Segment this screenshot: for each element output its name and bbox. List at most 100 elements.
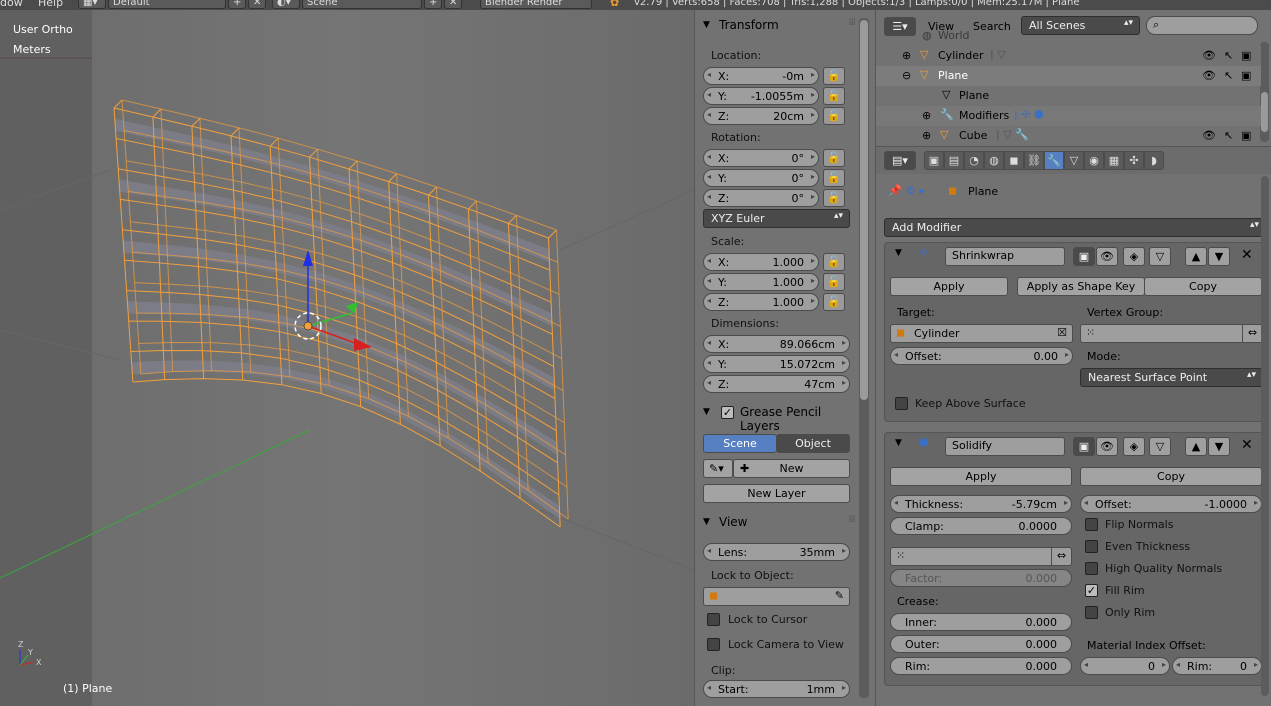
drag-handle-icon[interactable]: ⁞⁞⁞ bbox=[848, 17, 855, 28]
even-thickness-checkbox[interactable] bbox=[1085, 540, 1098, 553]
solidify-name-field[interactable]: Solidify bbox=[945, 437, 1065, 456]
drag-handle-icon[interactable]: ⁞⁞⁞ bbox=[848, 514, 855, 525]
move-up-icon[interactable]: ▲ bbox=[1185, 247, 1207, 266]
only-rim-checkbox[interactable] bbox=[1085, 606, 1098, 619]
grease-pencil-panel-header[interactable]: ▼ ✓ Grease Pencil Layers bbox=[695, 402, 861, 433]
menu-window[interactable]: dow bbox=[0, 0, 23, 9]
scale-z-field[interactable]: ◂ Z: 1.000 ▸ bbox=[703, 293, 819, 311]
fill-rim-checkbox[interactable]: ✓ bbox=[1085, 584, 1098, 597]
world-tab-icon[interactable]: ◍ bbox=[984, 151, 1004, 170]
pencil-icon[interactable]: ✎▾ bbox=[703, 459, 733, 478]
lock-icon[interactable]: 🔓 bbox=[823, 189, 845, 207]
dimension-y-field[interactable]: ◂ Y: 15.072cm ▸ bbox=[703, 355, 850, 373]
scale-y-field[interactable]: ◂ Y: 1.000 ▸ bbox=[703, 273, 819, 291]
tab-scene[interactable]: Scene bbox=[703, 434, 777, 453]
rotation-y-field[interactable]: ◂ Y: 0° ▸ bbox=[703, 169, 819, 187]
dimension-x-field[interactable]: ◂ X: 89.066cm ▸ bbox=[703, 335, 850, 353]
collapse-icon[interactable]: ▼ bbox=[895, 438, 902, 448]
lock-icon[interactable]: 🔓 bbox=[823, 67, 845, 85]
constraints-tab-icon[interactable]: ⛓ bbox=[1024, 151, 1044, 170]
physics-tab-icon[interactable]: ◗ bbox=[1144, 151, 1164, 170]
lock-to-cursor-checkbox[interactable] bbox=[707, 613, 720, 626]
keep-above-surface-checkbox[interactable] bbox=[895, 397, 908, 410]
lock-icon[interactable]: 🔓 bbox=[823, 273, 845, 291]
wrap-mode-dropdown[interactable]: Nearest Surface Point ▴▾ bbox=[1080, 368, 1263, 387]
editmode-toggle-icon[interactable]: ◈ bbox=[1123, 247, 1145, 266]
rotation-x-field[interactable]: ◂ X: 0° ▸ bbox=[703, 149, 819, 167]
scene-field[interactable]: Scene bbox=[302, 0, 422, 9]
transform-panel-header[interactable]: ▼ Transform ⁞⁞⁞ bbox=[695, 15, 861, 37]
thickness-field[interactable]: ◂ Thickness: -5.79cm ▸ bbox=[890, 495, 1072, 513]
outliner-scrollbar[interactable] bbox=[1260, 42, 1269, 142]
move-down-icon[interactable]: ▼ bbox=[1208, 247, 1230, 266]
object-tab-icon[interactable]: ◼ bbox=[1004, 151, 1024, 170]
add-modifier-dropdown[interactable]: Add Modifier ▴▾ bbox=[884, 218, 1266, 237]
texture-tab-icon[interactable]: ▦ bbox=[1104, 151, 1124, 170]
solidify-copy-button[interactable]: Copy bbox=[1080, 467, 1262, 486]
high-quality-normals-checkbox[interactable] bbox=[1085, 562, 1098, 575]
scene-tab-icon[interactable]: ◔ bbox=[964, 151, 984, 170]
cage-toggle-icon[interactable]: ▽ bbox=[1149, 247, 1171, 266]
solidify-vertex-group-field[interactable]: ⁙ ⇔ bbox=[890, 547, 1072, 566]
close-layout-icon[interactable]: ✕ bbox=[248, 0, 266, 9]
lock-camera-checkbox[interactable] bbox=[707, 638, 720, 651]
solidify-offset-field[interactable]: ◂ Offset: -1.0000 ▸ bbox=[1080, 495, 1262, 513]
screen-layout-icon[interactable]: ▦▾ bbox=[78, 0, 106, 9]
render-layers-tab-icon[interactable]: ▤ bbox=[944, 151, 964, 170]
lock-object-field[interactable]: ◼ ✎ bbox=[703, 587, 850, 606]
cage-toggle-icon[interactable]: ▽ bbox=[1149, 437, 1171, 456]
location-z-field[interactable]: ◂ Z: 20cm ▸ bbox=[703, 107, 819, 125]
new-layer-button[interactable]: New Layer bbox=[703, 484, 850, 503]
new-gpencil-button[interactable]: ✚ New bbox=[733, 459, 850, 478]
lock-icon[interactable]: 🔓 bbox=[823, 169, 845, 187]
editor-type-icon[interactable]: ▤▾ bbox=[884, 151, 916, 170]
add-layout-icon[interactable]: + bbox=[228, 0, 246, 9]
clamp-field[interactable]: Clamp: 0.0000 bbox=[890, 517, 1072, 535]
render-toggle-icon[interactable]: ▣ bbox=[1073, 437, 1095, 456]
factor-field[interactable]: Factor: 0.000 bbox=[890, 569, 1072, 587]
shelf-scroll-thumb[interactable] bbox=[860, 20, 868, 400]
screen-layout-field[interactable]: Default bbox=[108, 0, 226, 9]
close-icon[interactable]: ✕ bbox=[1241, 437, 1253, 453]
tab-object[interactable]: Object bbox=[776, 434, 850, 453]
material-offset-field[interactable]: ◂ 0 ▸ bbox=[1080, 657, 1170, 675]
outliner-row-cube[interactable]: ⊕ ▽ Cube | ▽ 🔧 👁 ↖ ▣ bbox=[876, 126, 1261, 146]
3d-viewport[interactable]: User Ortho Meters (1) Plane Z X Y bbox=[0, 10, 694, 706]
scene-icon[interactable]: ◐▾ bbox=[272, 0, 300, 9]
location-y-field[interactable]: ◂ Y: -1.0055m ▸ bbox=[703, 87, 819, 105]
lock-icon[interactable]: 🔓 bbox=[823, 149, 845, 167]
viewport-toggle-icon[interactable]: 👁 bbox=[1096, 437, 1118, 456]
close-scene-icon[interactable]: ✕ bbox=[444, 0, 462, 9]
outliner-row-cylinder[interactable]: ⊕ ▽ Cylinder | ▽ 👁 ↖ ▣ bbox=[876, 46, 1261, 66]
dimension-z-field[interactable]: ◂ Z: 47cm ▸ bbox=[703, 375, 850, 393]
particles-tab-icon[interactable]: ✣ bbox=[1124, 151, 1144, 170]
viewport-canvas[interactable] bbox=[0, 10, 694, 706]
render-tab-icon[interactable]: ▣ bbox=[924, 151, 944, 170]
material-tab-icon[interactable]: ◉ bbox=[1084, 151, 1104, 170]
material-rim-offset-field[interactable]: ◂ Rim: 0 ▸ bbox=[1172, 657, 1262, 675]
render-toggle-icon[interactable]: ▣ bbox=[1073, 247, 1095, 266]
rotation-z-field[interactable]: ◂ Z: 0° ▸ bbox=[703, 189, 819, 207]
shelf-scrollbar[interactable] bbox=[859, 18, 869, 698]
crease-rim-field[interactable]: Rim: 0.000 bbox=[890, 657, 1072, 675]
rotation-mode-dropdown[interactable]: XYZ Euler ▴▾ bbox=[703, 209, 850, 228]
flip-normals-checkbox[interactable] bbox=[1085, 518, 1098, 531]
data-tab-icon[interactable]: ▽ bbox=[1064, 151, 1084, 170]
collapse-icon[interactable]: ▼ bbox=[895, 248, 902, 258]
close-icon[interactable]: ✕ bbox=[1241, 247, 1253, 263]
editmode-toggle-icon[interactable]: ◈ bbox=[1123, 437, 1145, 456]
apply-as-shape-key-button[interactable]: Apply as Shape Key bbox=[1017, 277, 1145, 296]
solidify-apply-button[interactable]: Apply bbox=[890, 467, 1072, 486]
render-engine-dropdown[interactable]: Blender Render bbox=[480, 0, 592, 9]
target-field[interactable]: ◼ Cylinder ☒ bbox=[890, 324, 1073, 343]
modifiers-tab-icon[interactable]: 🔧 bbox=[1044, 151, 1064, 170]
view-panel-header[interactable]: ▼ View ⁞⁞⁞ bbox=[695, 512, 861, 534]
add-scene-icon[interactable]: + bbox=[424, 0, 442, 9]
location-x-field[interactable]: ◂ X: -0m ▸ bbox=[703, 67, 819, 85]
outliner-row-world[interactable]: ◍ World bbox=[876, 26, 1261, 46]
outliner-row-plane[interactable]: ⊖ ▽ Plane 👁 ↖ ▣ bbox=[876, 66, 1261, 86]
shrinkwrap-name-field[interactable]: Shrinkwrap bbox=[945, 247, 1065, 266]
lock-icon[interactable]: 🔓 bbox=[823, 293, 845, 311]
scale-x-field[interactable]: ◂ X: 1.000 ▸ bbox=[703, 253, 819, 271]
lock-icon[interactable]: 🔓 bbox=[823, 107, 845, 125]
